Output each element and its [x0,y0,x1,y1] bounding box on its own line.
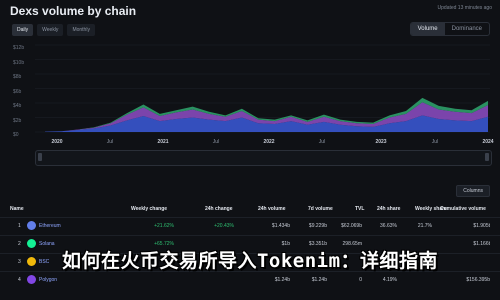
table-row[interactable]: 4 Polygon $1.24b $1.24b 0 4.19% $156.395b [0,271,500,290]
toggle-volume[interactable]: Volume [410,23,445,35]
table-cell: 21.7% [417,223,432,229]
y-tick-label: $12b [13,45,25,51]
header-24h-share[interactable]: 24h share [377,206,400,212]
table-cell: +20.43% [214,223,234,229]
header-24h-change[interactable]: 24h change [205,206,233,212]
range-tabs: Daily Weekly Monthly [12,24,95,36]
x-tick-label: 2022 [263,139,275,145]
brush-left-handle[interactable] [38,153,42,161]
table-cell: $1.905t [473,223,490,229]
y-tick-label: $0 [13,132,19,138]
table-cell: $1.24b [274,277,290,283]
chain-name-link[interactable]: Polygon [39,277,57,283]
x-tick-label: 2024 [482,139,494,145]
x-tick-label: Jul [106,139,114,145]
toggle-dominance[interactable]: Dominance [445,23,489,35]
y-tick-label: $8b [13,74,22,80]
header-7d-volume[interactable]: 7d volume [308,206,333,212]
x-tick-label: 2023 [375,139,387,145]
table-cell: $9.229b [308,223,327,229]
chain-icon [27,221,36,230]
chain-name-link[interactable]: Ethereum [39,223,61,229]
x-tick-label: Jul [431,139,439,145]
tab-monthly[interactable]: Monthly [67,24,95,36]
view-toggle: Volume Dominance [409,22,490,36]
header-24h-volume[interactable]: 24h volume [258,206,286,212]
y-tick-label: $4b [13,103,22,109]
volume-area-chart [35,44,490,133]
table-cell: 0 [359,277,362,283]
row-rank: 4 [18,277,21,283]
header-tvl[interactable]: TVL [355,206,364,212]
updated-timestamp: Updated 13 minutes ago [437,5,492,11]
x-tick-label: Jul [212,139,220,145]
overlay-title: 如何在火币交易所导入Tokenim：详细指南 [61,250,439,272]
y-tick-label: $2b [13,117,22,124]
row-rank: 1 [18,223,21,229]
range-brush[interactable] [35,150,492,166]
table-cell: +21.62% [154,223,174,229]
x-tick-label: 2020 [51,139,63,145]
header-weekly-change[interactable]: Weekly change [131,206,167,212]
brush-right-handle[interactable] [485,153,489,161]
header-name[interactable]: Name [10,206,24,212]
table-row[interactable]: 1 Ethereum +21.62% +20.43% $1.434b $9.229b $62… [0,217,500,236]
table-cell: 36.63% [380,223,397,229]
table-cell: $62.069b [341,223,362,229]
columns-button[interactable]: Columns [456,185,490,197]
tab-daily[interactable]: Daily [12,24,34,36]
x-tick-label: Jul [318,139,326,145]
chain-icon [27,275,36,284]
table-cell: $1.24b [311,277,327,283]
table-cell: 4.19% [382,277,397,283]
header-cumulative-volume[interactable]: Cumulative volume [440,206,486,212]
y-tick-label: $10b [13,59,25,66]
table-cell: $1.434b [271,223,290,229]
x-tick-label: 2021 [157,139,169,145]
tab-weekly[interactable]: Weekly [37,24,64,36]
page-title: Dexs volume by chain [10,4,137,18]
table-cell: $156.395b [466,277,490,283]
y-tick-label: $6b [13,88,22,95]
